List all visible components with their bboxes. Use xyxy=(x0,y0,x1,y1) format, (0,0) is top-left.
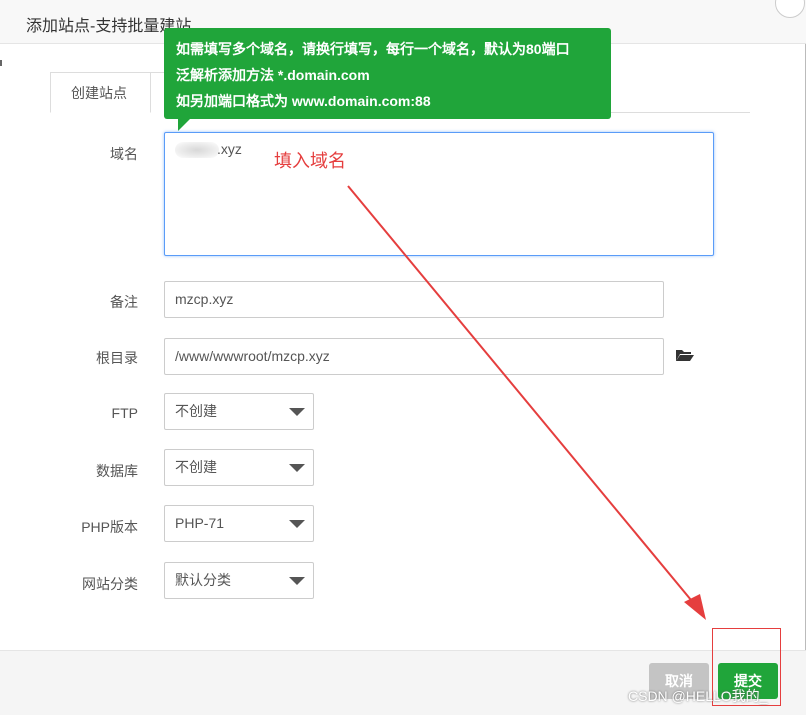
chevron-down-icon xyxy=(289,408,305,416)
remark-label: 备注 xyxy=(110,294,138,310)
domain-textarea[interactable]: .xyz xyxy=(164,132,714,256)
folder-open-icon[interactable] xyxy=(675,348,695,362)
root-dir-label: 根目录 xyxy=(96,350,138,366)
domain-label: 域名 xyxy=(110,146,138,162)
php-version-select-value: PHP-71 xyxy=(175,515,225,531)
database-select-value: 不创建 xyxy=(175,459,217,475)
blurred-domain-prefix xyxy=(175,142,219,159)
add-site-dialog: 添加站点-支持批量建站 创建站点 如需填写多个域名，请换行填写，每行一个域名，默… xyxy=(0,0,806,715)
root-dir-input[interactable]: /www/wwwroot/mzcp.xyz xyxy=(164,338,664,375)
edge-marker xyxy=(0,60,2,66)
site-category-select-value: 默认分类 xyxy=(175,572,231,588)
chevron-down-icon xyxy=(289,464,305,472)
site-category-label: 网站分类 xyxy=(82,576,138,592)
chevron-down-icon xyxy=(289,520,305,528)
tooltip-arrow xyxy=(178,119,190,131)
tab-create-site[interactable]: 创建站点 xyxy=(50,72,151,113)
remark-input[interactable]: mzcp.xyz xyxy=(164,281,664,318)
annotation-fill-domain: 填入域名 xyxy=(274,151,346,171)
ftp-label: FTP xyxy=(111,405,138,421)
database-select[interactable]: 不创建 xyxy=(164,449,314,486)
watermark: CSDN @HELLO我的_ xyxy=(628,688,768,704)
domain-value-suffix: .xyz xyxy=(217,141,242,157)
database-label: 数据库 xyxy=(96,463,138,479)
tooltip-line: 泛解析添加方法 *.domain.com xyxy=(176,67,370,83)
domain-help-tooltip: 如需填写多个域名，请换行填写，每行一个域名，默认为80端口 泛解析添加方法 *.… xyxy=(164,28,611,131)
php-version-label: PHP版本 xyxy=(81,519,138,535)
ftp-select-value: 不创建 xyxy=(175,403,217,419)
ftp-select[interactable]: 不创建 xyxy=(164,393,314,430)
chevron-down-icon xyxy=(289,577,305,585)
php-version-select[interactable]: PHP-71 xyxy=(164,505,314,542)
tooltip-line: 如需填写多个域名，请换行填写，每行一个域名，默认为80端口 xyxy=(176,41,570,57)
tooltip-line: 如另加端口格式为 www.domain.com:88 xyxy=(176,93,431,109)
site-category-select[interactable]: 默认分类 xyxy=(164,562,314,599)
